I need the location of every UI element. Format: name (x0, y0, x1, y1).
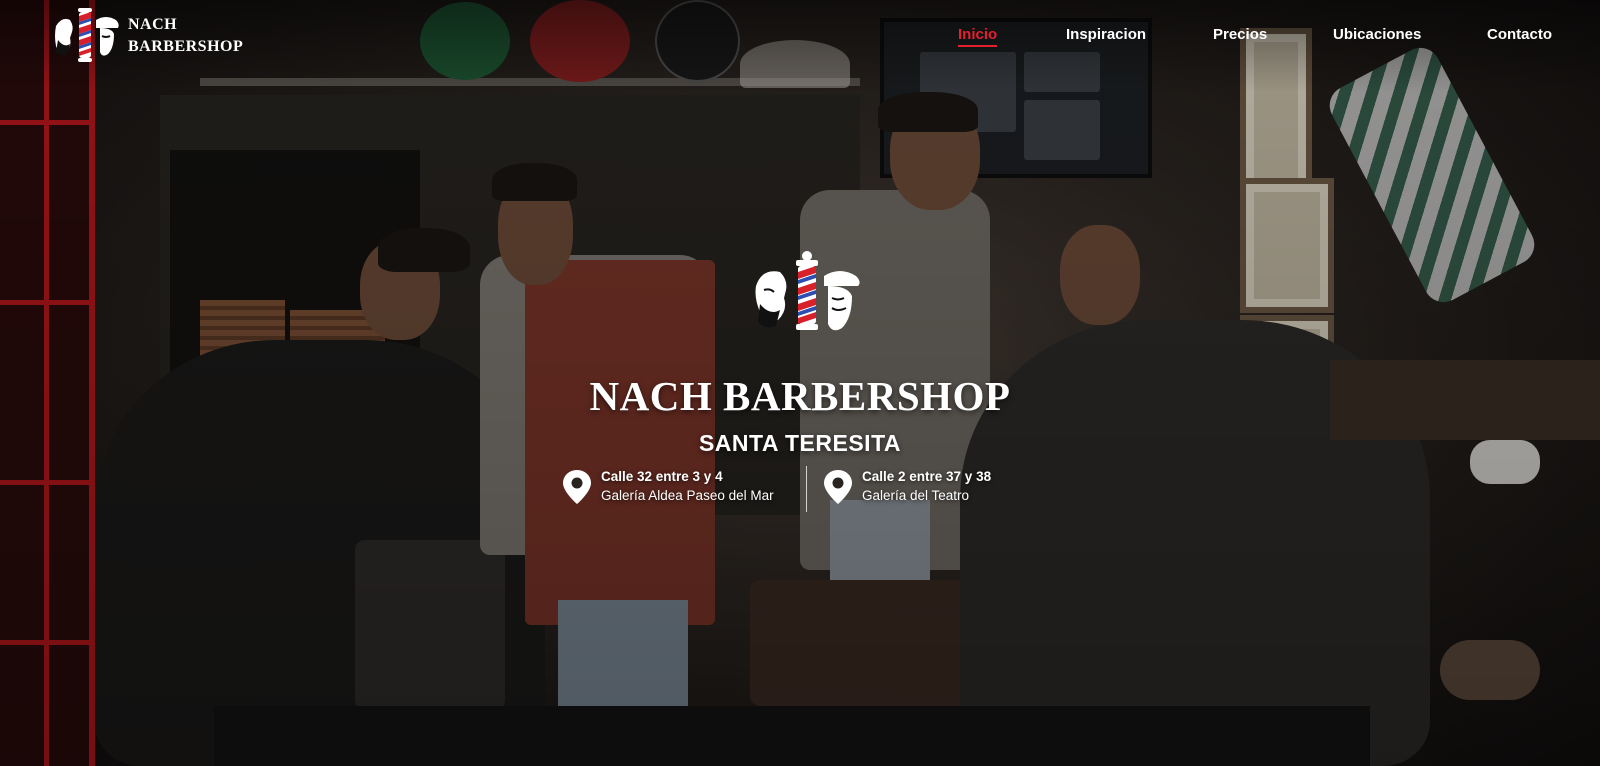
locations-divider (806, 466, 807, 512)
nav-item-inicio[interactable]: Inicio (958, 26, 998, 47)
map-pin-icon (563, 470, 591, 504)
map-pin-icon (824, 470, 852, 504)
locations-list: Calle 32 entre 3 y 4 Galería Aldea Paseo… (0, 466, 1600, 512)
nav-item-ubicaciones[interactable]: Ubicaciones (1333, 26, 1421, 43)
nav-item-contacto[interactable]: Contacto (1487, 26, 1552, 43)
hero-title: NACH BARBERSHOP (589, 373, 1011, 419)
location-place: Galería Aldea Paseo del Mar (601, 488, 774, 503)
barber-pole-center-icon (752, 250, 862, 338)
site-header: NACH BARBERSHOP Inicio Inspiracion Preci… (0, 0, 1600, 70)
main-nav: Inicio Inspiracion Precios Ubicaciones C… (0, 26, 1600, 50)
hero-subtitle: SANTA TERESITA (698, 430, 902, 456)
location-place: Galería del Teatro (862, 488, 970, 503)
nav-item-inspiracion[interactable]: Inspiracion (1066, 26, 1146, 43)
location-item[interactable]: Calle 2 entre 37 y 38 Galería del Teatro (823, 468, 991, 506)
location-street: Calle 32 entre 3 y 4 (601, 469, 723, 484)
nav-item-precios[interactable]: Precios (1213, 26, 1267, 43)
location-item[interactable]: Calle 32 entre 3 y 4 Galería Aldea Paseo… (562, 468, 774, 506)
location-street: Calle 2 entre 37 y 38 (862, 469, 992, 484)
